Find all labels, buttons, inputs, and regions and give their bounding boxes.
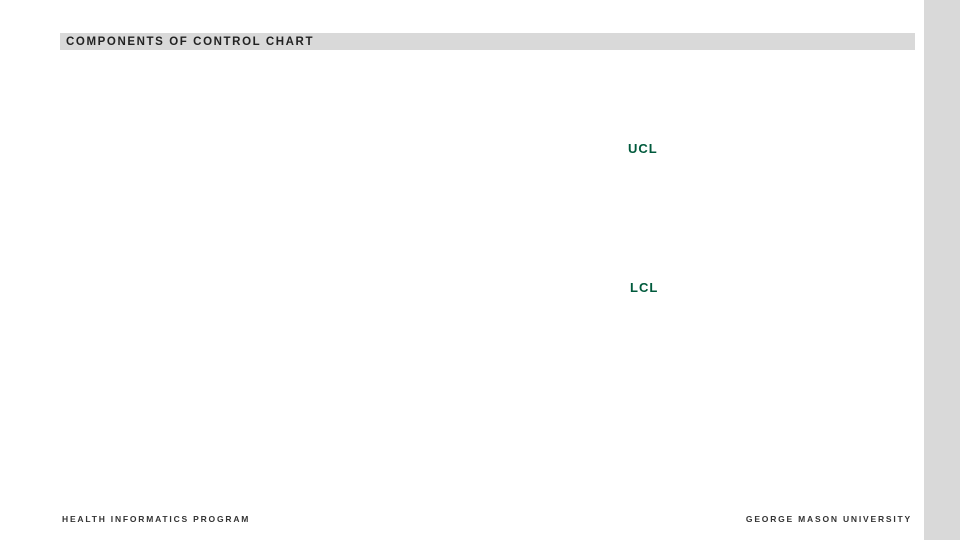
footer-left: HEALTH INFORMATICS PROGRAM [62,514,250,524]
right-margin-strip [924,0,960,540]
slide-title: COMPONENTS OF CONTROL CHART [66,36,314,48]
ucl-label: UCL [628,141,658,156]
lcl-label: LCL [630,280,658,295]
footer-right: GEORGE MASON UNIVERSITY [746,514,912,524]
slide: COMPONENTS OF CONTROL CHART UCL LCL HEAL… [0,0,960,540]
title-bar: COMPONENTS OF CONTROL CHART [60,33,915,50]
